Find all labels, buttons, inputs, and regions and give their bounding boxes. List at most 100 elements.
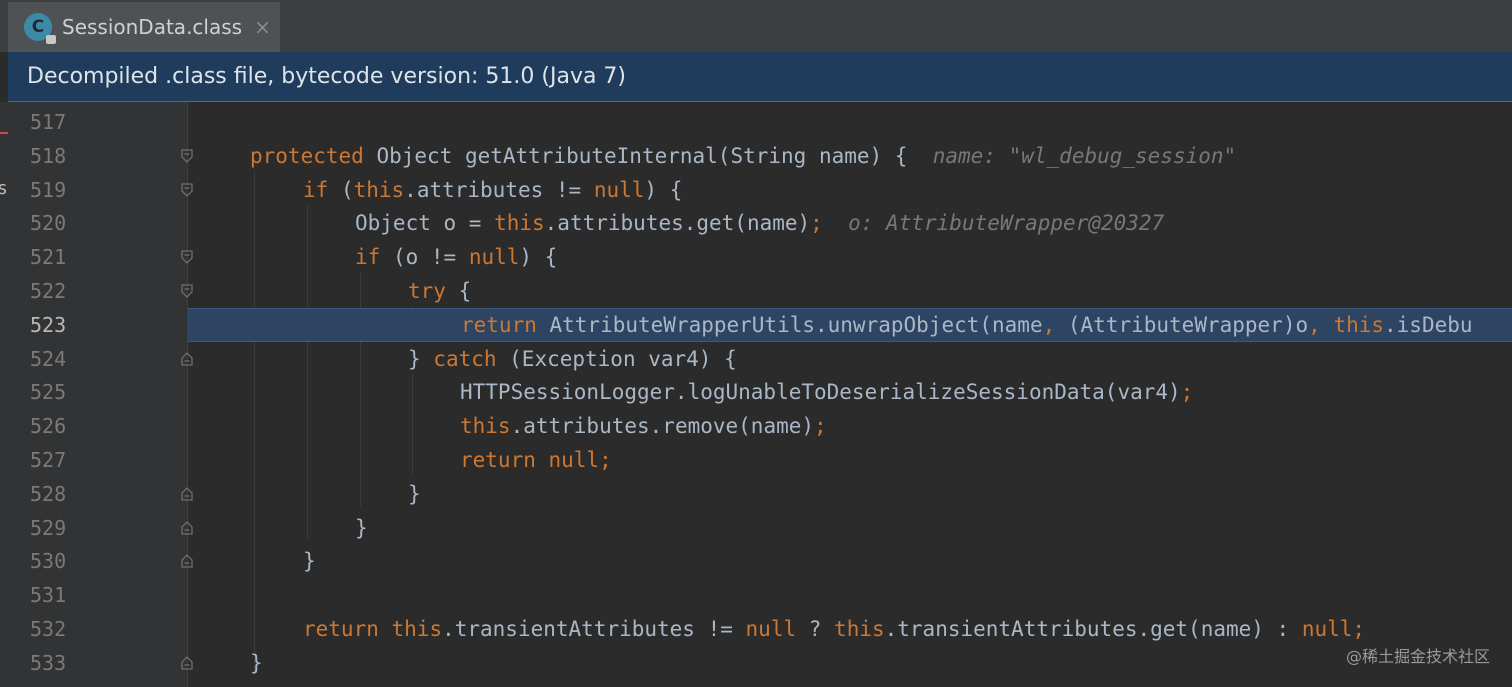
- code-text[interactable]: }: [355, 511, 368, 545]
- code-line[interactable]: 532 return this.transientAttributes != nu…: [0, 612, 1512, 646]
- code-line[interactable]: 524 } catch (Exception var4) {: [0, 342, 1512, 376]
- code-keyword: null: [468, 245, 520, 270]
- editor-window: C SessionData.class × Decompiled .class …: [0, 0, 1512, 687]
- fold-open-icon[interactable]: [181, 182, 193, 197]
- line-number[interactable]: 532: [30, 612, 70, 646]
- code-token: .transientAttributes.get(name) :: [884, 617, 1302, 641]
- code-text[interactable]: HTTPSessionLogger.logUnableToDeserialize…: [460, 375, 1193, 409]
- code-line[interactable]: 533}: [0, 646, 1512, 680]
- code-keyword: try: [408, 279, 446, 303]
- line-number[interactable]: 522: [30, 274, 70, 308]
- inline-debug-value: name: "wl_debug_session": [932, 143, 1237, 168]
- code-line[interactable]: 528}: [0, 477, 1512, 511]
- tab-session-data-class[interactable]: C SessionData.class ×: [8, 2, 280, 52]
- fold-close-icon[interactable]: [181, 486, 193, 501]
- code-line[interactable]: 530}: [0, 544, 1512, 578]
- code-token: ?: [796, 617, 835, 641]
- code-text[interactable]: Object o = this.attributes.get(name); o:…: [355, 206, 1164, 240]
- code-token: (AttributeWrapper)o: [1055, 312, 1309, 337]
- code-keyword: return null;: [460, 448, 612, 472]
- close-tab-icon[interactable]: ×: [254, 15, 271, 39]
- code-keyword: null: [593, 177, 645, 202]
- fold-open-icon[interactable]: [181, 284, 193, 298]
- code-line[interactable]: 531: [0, 578, 1512, 612]
- code-text[interactable]: }: [408, 477, 421, 511]
- tab-label: SessionData.class: [62, 15, 243, 39]
- code-line[interactable]: 526 this.attributes.remove(name);: [0, 409, 1512, 443]
- code-text[interactable]: protected Object getAttributeInternal(St…: [250, 139, 1236, 173]
- code-keyword: ;: [814, 414, 827, 439]
- code-line[interactable]: 518 protected Object getAttributeInternal…: [0, 139, 1512, 173]
- code-text[interactable]: }: [250, 646, 263, 680]
- code-text[interactable]: return null;: [460, 443, 612, 477]
- fold-open-icon[interactable]: [181, 149, 193, 163]
- line-number[interactable]: 525: [30, 375, 70, 409]
- code-keyword: ;: [810, 211, 823, 236]
- code-keyword: ,: [1308, 312, 1321, 337]
- code-keyword: ;: [1180, 380, 1194, 405]
- code-token: AttributeWrapperUtils.unwrapObject(name: [536, 312, 1043, 337]
- line-number[interactable]: 528: [30, 477, 70, 511]
- line-number[interactable]: 519: [30, 173, 70, 207]
- code-token: HTTPSessionLogger.logUnableToDeserialize…: [460, 380, 1181, 405]
- code-line-current[interactable]: 523 return AttributeWrapperUtils.unwrapOb…: [0, 307, 1512, 342]
- fold-close-icon[interactable]: [181, 554, 193, 569]
- line-number[interactable]: 517: [30, 105, 70, 139]
- code-keyword: return: [303, 617, 379, 641]
- line-number[interactable]: 531: [30, 578, 70, 612]
- code-token: (: [328, 177, 354, 202]
- code-token: .transientAttributes !=: [442, 617, 746, 641]
- code-text[interactable]: } catch (Exception var4) {: [408, 342, 737, 376]
- fold-open-icon[interactable]: [181, 250, 193, 265]
- code-text[interactable]: if (this.attributes != null) {: [303, 173, 682, 207]
- decompiled-banner-text: Decompiled .class file, bytecode version…: [27, 64, 627, 89]
- code-keyword: return: [461, 312, 537, 337]
- code-line[interactable]: 520 Object o = this.attributes.get(name);…: [0, 206, 1512, 240]
- code-text[interactable]: return AttributeWrapperUtils.unwrapObjec…: [461, 308, 1473, 342]
- code-token: Object o =: [355, 211, 495, 236]
- fold-close-icon[interactable]: [181, 655, 193, 670]
- line-number[interactable]: 527: [30, 443, 70, 477]
- fold-close-icon[interactable]: [181, 520, 193, 535]
- code-text[interactable]: if (o != null) {: [355, 240, 557, 274]
- code-token: .attributes.remove(name): [510, 414, 815, 439]
- code-keyword: null: [745, 617, 797, 641]
- code-line[interactable]: 519 if (this.attributes != null) {: [0, 173, 1512, 207]
- code-token: {: [445, 279, 472, 303]
- code-token: .attributes.get(name): [544, 211, 811, 236]
- code-keyword: this: [460, 414, 511, 439]
- code-line[interactable]: 522 try {: [0, 274, 1512, 308]
- code-keyword: this: [494, 211, 545, 236]
- code-line[interactable]: 529}: [0, 511, 1512, 545]
- code-line[interactable]: 527 return null;: [0, 443, 1512, 477]
- code-token: }: [408, 481, 421, 506]
- code-token: ) {: [519, 245, 558, 270]
- inline-debug-value: o: AttributeWrapper@20327: [848, 211, 1165, 236]
- code-token: }: [250, 650, 263, 675]
- decompiled-banner: Decompiled .class file, bytecode version…: [8, 52, 1512, 102]
- code-token: .attributes !=: [404, 177, 594, 202]
- code-token: (Exception var4) {: [496, 346, 737, 371]
- code-token: ) {: [644, 177, 683, 202]
- line-number[interactable]: 529: [30, 511, 70, 545]
- line-number[interactable]: 533: [30, 646, 70, 680]
- line-number[interactable]: 521: [30, 240, 70, 274]
- code-token: Object getAttributeInternal(String name)…: [363, 143, 933, 168]
- code-keyword: if: [303, 177, 329, 202]
- code-text[interactable]: return this.transientAttributes != null …: [303, 612, 1365, 646]
- fold-close-icon[interactable]: [181, 351, 193, 366]
- line-number[interactable]: 523: [30, 308, 70, 342]
- code-line[interactable]: 521 if (o != null) {: [0, 240, 1512, 274]
- code-text[interactable]: this.attributes.remove(name);: [460, 409, 827, 443]
- line-number[interactable]: 526: [30, 409, 70, 443]
- line-number[interactable]: 524: [30, 342, 70, 376]
- code-line[interactable]: 525 HTTPSessionLogger.logUnableToDeserial…: [0, 375, 1512, 409]
- code-keyword: catch: [433, 346, 497, 371]
- code-text[interactable]: }: [303, 544, 316, 578]
- line-number[interactable]: 518: [30, 139, 70, 173]
- code-line[interactable]: 517: [0, 105, 1512, 139]
- line-number[interactable]: 520: [30, 206, 70, 240]
- line-number[interactable]: 530: [30, 544, 70, 578]
- code-text[interactable]: try {: [408, 274, 471, 308]
